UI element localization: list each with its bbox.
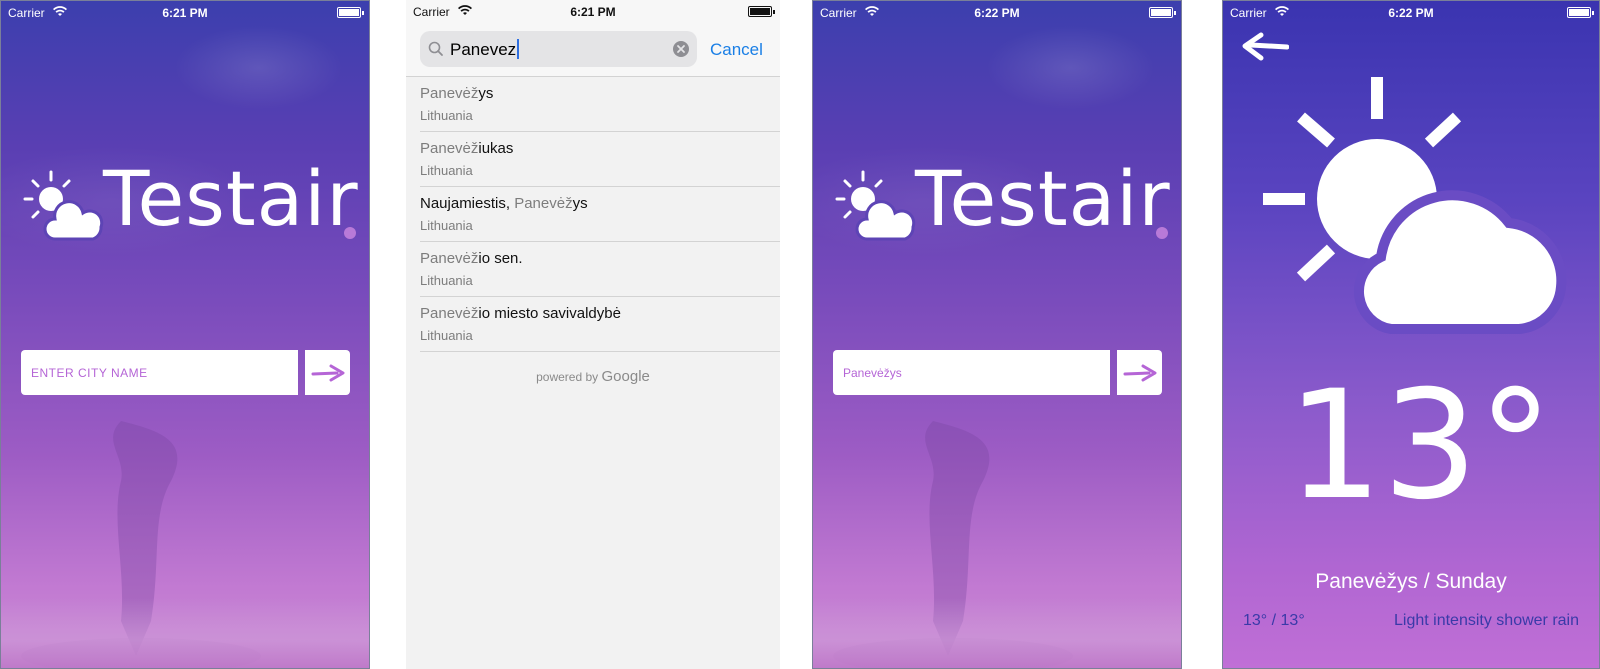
app-logo: Testair <box>833 161 1173 249</box>
result-title: Panevėžio miesto savivaldybė <box>420 305 621 322</box>
city-name-input[interactable]: ENTER CITY NAME <box>21 350 298 395</box>
result-title: Panevėžio sen. <box>420 250 523 267</box>
app-logo: Testair <box>21 161 361 249</box>
sky-haze <box>813 1 1181 668</box>
result-subtitle: Lithuania <box>420 273 473 288</box>
logo-dot <box>1156 227 1168 239</box>
result-title: Naujamiestis, Panevėžys <box>420 195 588 212</box>
status-bar: Carrier 6:21 PM <box>406 0 780 24</box>
weather-icon <box>1263 77 1567 334</box>
search-header: Carrier 6:21 PM Panevez Cancel <box>406 0 780 77</box>
arrow-right-icon <box>1123 364 1156 381</box>
logo-wordmark: Testair <box>915 154 1171 243</box>
search-input[interactable]: Panevez <box>420 31 697 67</box>
search-icon <box>428 41 443 56</box>
text-caret <box>517 39 520 59</box>
search-results-list: Panevėžys Lithuania Panevėžiukas Lithuan… <box>420 77 780 352</box>
list-item[interactable]: Panevėžio miesto savivaldybė Lithuania <box>420 297 780 352</box>
logo-wordmark: Testair <box>103 154 359 243</box>
result-title: Panevėžiukas <box>420 140 514 157</box>
result-subtitle: Lithuania <box>420 163 473 178</box>
sun-cloud-icon <box>23 170 104 241</box>
search-query: Panevez <box>450 39 520 60</box>
result-subtitle: Lithuania <box>420 328 473 343</box>
cancel-button[interactable]: Cancel <box>710 40 763 60</box>
status-bar: Carrier 6:22 PM <box>813 1 1181 25</box>
powered-by-attribution: powered by Google <box>536 368 650 385</box>
result-title: Panevėžys <box>420 85 494 102</box>
screen-city-entry: Carrier 6:21 PM Testair ENTER CITY NAME <box>0 0 370 669</box>
battery-icon <box>1567 7 1594 18</box>
ground <box>813 598 1181 668</box>
clock: 6:21 PM <box>570 5 616 19</box>
screen-city-selected: Carrier 6:22 PM Testair Panevėžys <box>812 0 1182 669</box>
logo-dot <box>344 227 356 239</box>
min-max-temperature: 13° / 13° <box>1243 612 1305 629</box>
submit-city-button[interactable] <box>305 350 350 395</box>
clock: 6:22 PM <box>974 6 1020 20</box>
list-item[interactable]: Naujamiestis, Panevėžys Lithuania <box>420 187 780 242</box>
back-arrow-icon[interactable] <box>1241 31 1289 63</box>
screen-search: Carrier 6:21 PM Panevez Cancel Panevėžys… <box>406 0 780 669</box>
list-item[interactable]: Panevėžys Lithuania <box>420 77 780 132</box>
city-name-input[interactable]: Panevėžys <box>833 350 1110 395</box>
status-bar: Carrier 6:22 PM <box>1223 1 1599 25</box>
sky-haze <box>1 1 369 668</box>
list-item[interactable]: Panevėžiukas Lithuania <box>420 132 780 187</box>
location-day: Panevėžys / Sunday <box>1315 570 1507 593</box>
ground <box>1 598 369 668</box>
clock: 6:21 PM <box>162 6 208 20</box>
submit-city-button[interactable] <box>1117 350 1162 395</box>
arrow-right-icon <box>311 364 344 381</box>
clock: 6:22 PM <box>1388 6 1434 20</box>
google-logo: Google <box>601 368 650 385</box>
battery-icon <box>748 6 775 17</box>
clear-icon[interactable] <box>673 41 689 57</box>
temperature: 13° <box>1287 359 1553 533</box>
result-subtitle: Lithuania <box>420 108 473 123</box>
screen-weather: Carrier 6:22 PM 13° Panevėžys / Sunday 1… <box>1222 0 1600 669</box>
battery-icon <box>1149 7 1176 18</box>
list-item[interactable]: Panevėžio sen. Lithuania <box>420 242 780 297</box>
sun-cloud-icon <box>835 170 916 241</box>
result-subtitle: Lithuania <box>420 218 473 233</box>
status-bar: Carrier 6:21 PM <box>1 1 369 25</box>
weather-description: Light intensity shower rain <box>1394 612 1579 629</box>
battery-icon <box>337 7 364 18</box>
